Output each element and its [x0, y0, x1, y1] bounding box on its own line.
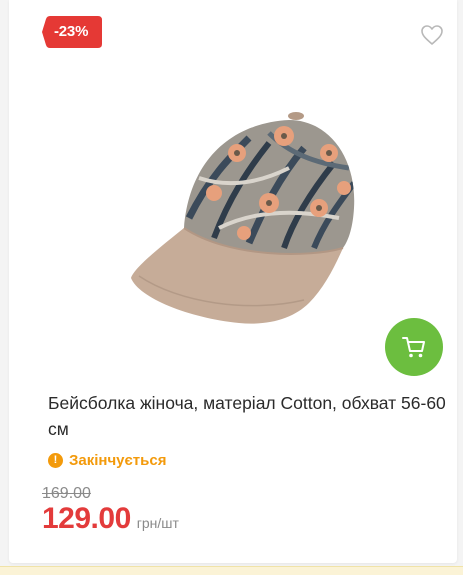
add-to-cart-button[interactable] — [385, 318, 443, 376]
warning-icon: ! — [48, 452, 63, 468]
current-price: 129.00 — [42, 502, 131, 535]
cart-icon — [402, 337, 425, 358]
price-unit: грн/шт — [136, 515, 179, 531]
heart-icon[interactable] — [420, 24, 444, 46]
stock-status-text: Закінчується — [69, 451, 167, 469]
discount-label: -23% — [54, 23, 89, 40]
old-price: 169.00 — [42, 485, 91, 502]
stock-status: ! Закінчується — [48, 450, 166, 470]
product-image[interactable] — [119, 108, 369, 328]
product-card[interactable]: -23% Бейсболка жіноча, матеріал Cotton, … — [9, 0, 457, 563]
product-title[interactable]: Бейсболка жіноча, матеріал Cotton, обхва… — [48, 390, 448, 442]
discount-badge: -23% — [42, 16, 102, 48]
price-row: 129.00 грн/шт — [42, 502, 179, 536]
